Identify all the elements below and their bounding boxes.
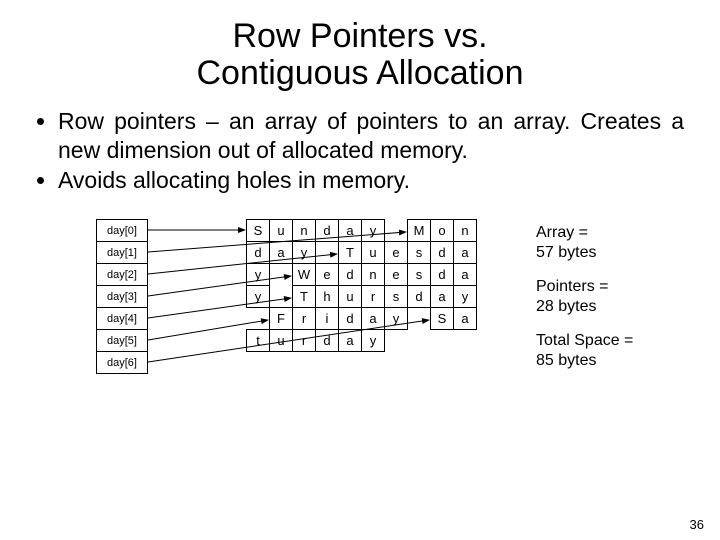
char-cell: T: [292, 285, 316, 308]
info-total-l2: 85 bytes: [536, 352, 596, 369]
title-line1: Row Pointers vs.: [232, 17, 487, 55]
char-cell: a: [338, 219, 362, 242]
slide-title: Row Pointers vs. Contiguous Allocation: [36, 18, 684, 93]
info-total-l1: Total Space =: [536, 332, 633, 349]
char-cell: S: [430, 307, 454, 330]
char-cell: n: [453, 219, 477, 242]
char-row: FridaySa: [246, 307, 477, 330]
char-cell: W: [292, 263, 316, 286]
char-row: dayTuesda: [246, 241, 477, 264]
pointer-cell: day[5]: [96, 329, 148, 352]
char-cell: s: [407, 263, 431, 286]
char-cell: y: [246, 263, 270, 286]
char-cell: a: [430, 285, 454, 308]
bullet-list: Row pointers – an array of pointers to a…: [36, 107, 684, 195]
char-cell: u: [361, 241, 385, 264]
char-cell: y: [361, 219, 385, 242]
char-cell: e: [384, 241, 408, 264]
info-total: Total Space = 85 bytes: [536, 331, 633, 371]
char-gap: [269, 285, 293, 308]
char-cell: a: [361, 307, 385, 330]
info-array: Array = 57 bytes: [536, 223, 633, 263]
char-gap: [384, 329, 408, 352]
char-cell: y: [292, 241, 316, 264]
char-gap: [315, 241, 339, 264]
char-cell: d: [407, 285, 431, 308]
diagram: day[0]day[1]day[2]day[3]day[4]day[5]day[…: [36, 209, 684, 439]
char-gap: [246, 307, 270, 330]
title-line2: Contiguous Allocation: [196, 54, 523, 92]
bullet-1: Row pointers – an array of pointers to a…: [58, 107, 684, 165]
size-info: Array = 57 bytes Pointers = 28 bytes Tot…: [536, 223, 633, 385]
char-cell: S: [246, 219, 270, 242]
char-cell: i: [315, 307, 339, 330]
char-cell: s: [407, 241, 431, 264]
char-gap: [384, 219, 408, 242]
bullet-2: Avoids allocating holes in memory.: [58, 166, 684, 195]
char-cell: e: [315, 263, 339, 286]
pointer-cell: day[1]: [96, 241, 148, 264]
pointer-cell: day[3]: [96, 285, 148, 308]
char-cell: r: [292, 329, 316, 352]
char-cell: T: [338, 241, 362, 264]
pointer-cell: day[2]: [96, 263, 148, 286]
pointer-column: day[0]day[1]day[2]day[3]day[4]day[5]day[…: [96, 219, 148, 374]
char-row: turday: [246, 329, 477, 352]
char-cell: a: [453, 263, 477, 286]
page-number: 36: [690, 517, 704, 532]
info-ptr-l1: Pointers =: [536, 278, 608, 295]
char-cell: d: [246, 241, 270, 264]
char-gap: [453, 329, 477, 352]
char-array: SundayMondayTuesdayWednesdayThursdayFrid…: [246, 219, 477, 352]
char-cell: u: [338, 285, 362, 308]
char-gap: [407, 329, 431, 352]
char-gap: [407, 307, 431, 330]
char-cell: d: [315, 219, 339, 242]
char-cell: d: [338, 307, 362, 330]
char-cell: M: [407, 219, 431, 242]
char-cell: s: [384, 285, 408, 308]
char-cell: r: [361, 285, 385, 308]
char-cell: h: [315, 285, 339, 308]
pointer-cell: day[6]: [96, 351, 148, 374]
char-cell: y: [453, 285, 477, 308]
pointer-cell: day[0]: [96, 219, 148, 242]
char-row: yThursday: [246, 285, 477, 308]
char-cell: F: [269, 307, 293, 330]
info-array-l2: 57 bytes: [536, 244, 596, 261]
info-array-l1: Array =: [536, 224, 588, 241]
char-cell: a: [269, 241, 293, 264]
char-row: yWednesda: [246, 263, 477, 286]
char-cell: o: [430, 219, 454, 242]
char-row: SundayMon: [246, 219, 477, 242]
char-cell: t: [246, 329, 270, 352]
char-cell: d: [338, 263, 362, 286]
char-cell: a: [453, 307, 477, 330]
char-cell: u: [269, 329, 293, 352]
char-cell: a: [453, 241, 477, 264]
char-cell: u: [269, 219, 293, 242]
char-cell: y: [361, 329, 385, 352]
char-cell: d: [315, 329, 339, 352]
pointer-cell: day[4]: [96, 307, 148, 330]
char-cell: a: [338, 329, 362, 352]
info-pointers: Pointers = 28 bytes: [536, 277, 633, 317]
char-cell: d: [430, 263, 454, 286]
char-cell: r: [292, 307, 316, 330]
char-gap: [269, 263, 293, 286]
char-cell: e: [384, 263, 408, 286]
info-ptr-l2: 28 bytes: [536, 298, 596, 315]
char-cell: n: [292, 219, 316, 242]
char-cell: d: [430, 241, 454, 264]
char-cell: n: [361, 263, 385, 286]
char-gap: [430, 329, 454, 352]
char-cell: y: [246, 285, 270, 308]
char-cell: y: [384, 307, 408, 330]
